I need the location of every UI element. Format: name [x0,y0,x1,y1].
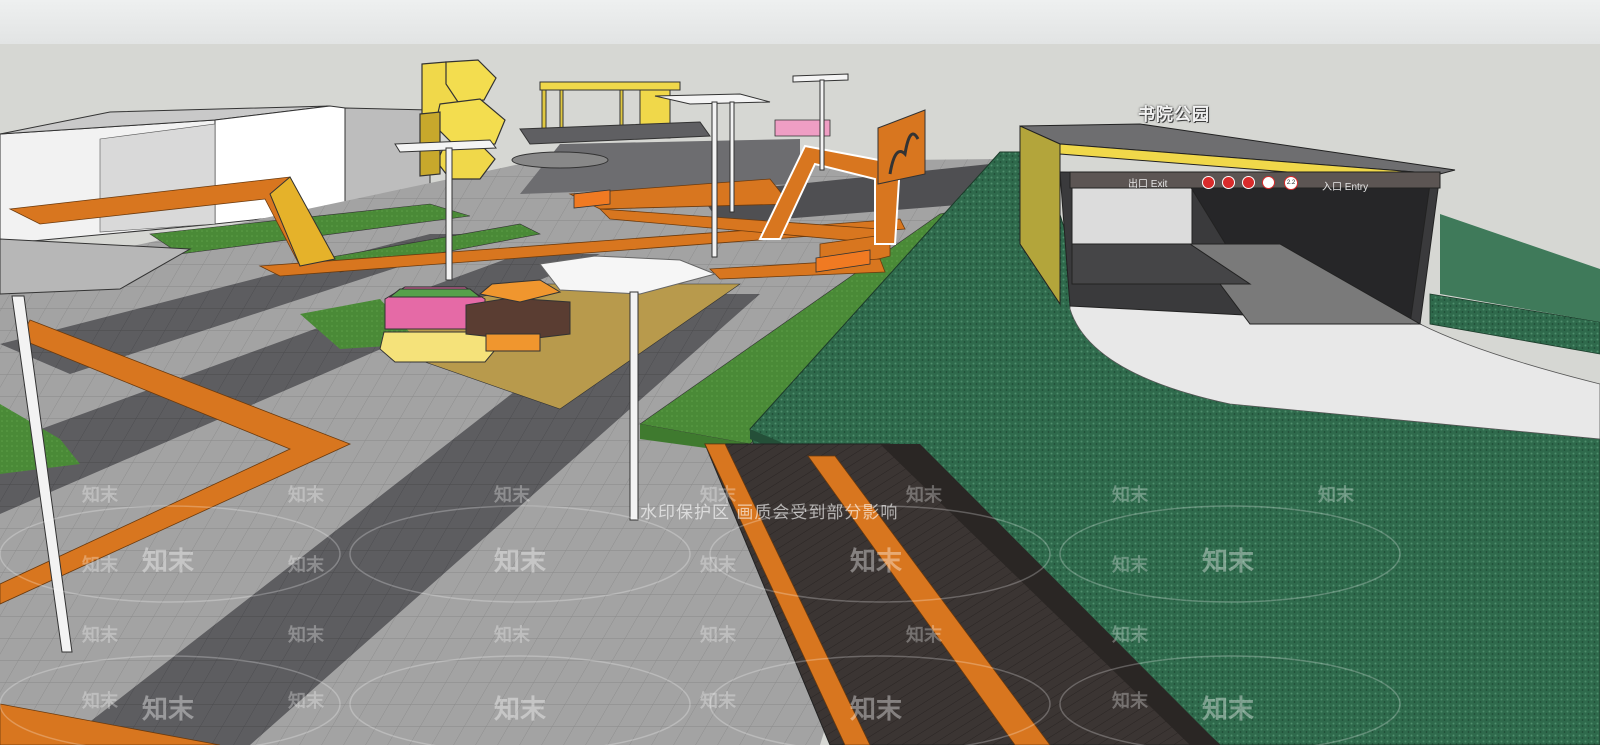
scene-svg [0,44,1600,745]
no-entry-icon [1202,176,1215,189]
garage-sign-exit: 出口 Exit [1128,179,1168,190]
3d-scene[interactable]: 书院公园 出口 Exit 入口 Entry 2.2 水印保护区 画质会受到部分影… [0,44,1600,745]
no-bicycle-icon [1242,176,1255,189]
sketchup-viewport[interactable]: 书院公园 出口 Exit 入口 Entry 2.2 水印保护区 画质会受到部分影… [0,0,1600,745]
honeycomb-sculpture [419,59,506,180]
viewport-top-bar [0,0,1600,45]
circular-bench [511,151,609,169]
watermark-notice: 水印保护区 画质会受到部分影响 [640,503,899,523]
height-limit-icon: 2.2 [1284,176,1298,190]
park-name-sign: 书院公园 [1138,105,1210,125]
no-horn-icon [1262,176,1275,189]
no-pedestrian-icon [1222,176,1235,189]
garage-sign-entry: 入口 Entry [1322,182,1369,193]
traffic-sign-icons: 2.2 [1202,176,1302,190]
